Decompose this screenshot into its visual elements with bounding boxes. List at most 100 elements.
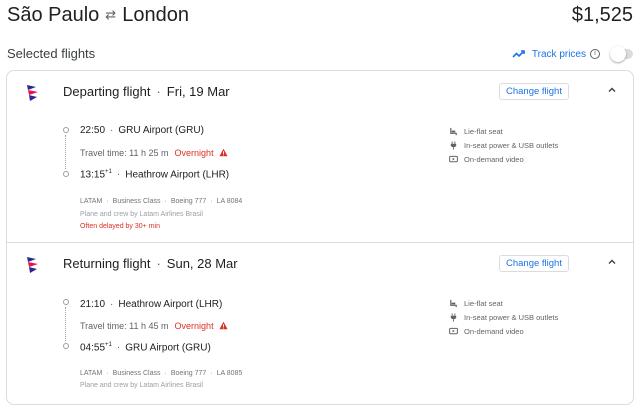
detail-separator: · [106, 198, 109, 205]
title-separator: · [156, 256, 161, 271]
departure-time: 21:10 [80, 299, 106, 310]
departure-time: 22:50 [80, 125, 106, 136]
warning-icon [219, 148, 228, 157]
power-plug-icon [450, 312, 457, 322]
cabin-class: Business Class [112, 198, 161, 205]
timeline-line [65, 307, 66, 341]
destination-city: London [122, 4, 189, 26]
amenity-label: In-seat power & USB outlets [464, 140, 559, 150]
flight-date: Sun, 28 Mar [166, 256, 238, 271]
airline-name: LATAM [80, 370, 103, 377]
arrival-airport: Heathrow Airport (LHR) [125, 169, 230, 181]
departing-flight-card: Departing flight · Fri, 19 Mar Change flig… [6, 70, 634, 243]
departure-dot [63, 127, 69, 133]
cabin-class: Business Class [112, 370, 161, 377]
video-icon [449, 155, 458, 162]
returning-flight-card: Returning flight · Sun, 28 Mar Change flig… [6, 242, 634, 405]
amenities-list: Lie-flat seat In-seat power & USB outlet… [449, 124, 619, 166]
travel-info: Travel time: 11 h 25 m Overnight [80, 148, 228, 158]
amenity-label: Lie-flat seat [464, 126, 503, 136]
flight-number: LA 8084 [216, 198, 243, 205]
day-offset: +1 [105, 342, 112, 348]
power-plug-icon [450, 140, 457, 150]
seat-icon [450, 127, 457, 135]
flight-details: LATAM · Business Class · Boeing 777 · LA 8085 [80, 370, 242, 377]
flight-timeline [63, 127, 69, 177]
amenity-item: In-seat power & USB outlets [449, 138, 619, 152]
seat-icon [450, 299, 457, 307]
trip-header: São Paulo ⇄ London $1,525 [7, 4, 633, 32]
amenity-item: In-seat power & USB outlets [449, 310, 619, 324]
aircraft-type: Boeing 777 [170, 370, 207, 377]
flight-number: LA 8085 [216, 370, 243, 377]
video-icon [449, 327, 458, 334]
swap-arrows-icon: ⇄ [105, 7, 117, 22]
airline-name: LATAM [80, 198, 103, 205]
arrival-dot [63, 171, 69, 177]
departure-airport: Heathrow Airport (LHR) [118, 299, 223, 310]
operator-note: Plane and crew by Latam Airlines Brasil [80, 211, 203, 218]
track-prices-toggle[interactable] [610, 46, 633, 62]
total-price: $1,525 [571, 4, 633, 26]
arrival-time: 04:55 [80, 342, 106, 354]
origin-city: São Paulo [7, 4, 100, 26]
chevron-up-icon[interactable] [606, 84, 618, 96]
chevron-up-icon[interactable] [606, 256, 618, 268]
departure-segment: 22:50 · GRU Airport (GRU) [80, 125, 204, 136]
selected-flights-row: Selected flights Track prices i [7, 44, 633, 64]
segment-separator: · [110, 125, 114, 136]
latam-logo [27, 257, 38, 273]
amenity-item: Lie-flat seat [449, 296, 619, 310]
flight-title: Departing flight · Fri, 19 Mar [63, 84, 230, 99]
selected-flights-title: Selected flights [7, 46, 96, 61]
segment-separator: · [110, 299, 114, 310]
arrival-segment: 04:55+1 · GRU Airport (GRU) [80, 342, 211, 353]
track-prices-label[interactable]: Track prices [532, 49, 586, 60]
operator-note: Plane and crew by Latam Airlines Brasil [80, 382, 203, 389]
amenities-list: Lie-flat seat In-seat power & USB outlet… [449, 296, 619, 338]
title-separator: · [156, 84, 161, 99]
departure-segment: 21:10 · Heathrow Airport (LHR) [80, 299, 222, 310]
segment-separator: · [116, 169, 121, 181]
amenity-item: On-demand video [449, 152, 619, 166]
trending-icon [512, 50, 525, 58]
detail-separator: · [164, 198, 167, 205]
detail-separator: · [106, 370, 109, 377]
arrival-segment: 13:15+1 · Heathrow Airport (LHR) [80, 169, 229, 180]
flight-timeline [63, 299, 69, 349]
overnight-label: Overnight [174, 148, 214, 158]
travel-time: Travel time: 11 h 45 m [80, 321, 169, 331]
change-flight-button[interactable]: Change flight [499, 83, 569, 100]
departure-dot [63, 299, 69, 305]
arrival-time: 13:15 [80, 169, 106, 181]
amenity-item: On-demand video [449, 324, 619, 338]
timeline-line [65, 135, 66, 169]
route-title: São Paulo ⇄ London [7, 4, 189, 27]
delay-warning: Often delayed by 30+ min [80, 223, 160, 230]
info-icon[interactable]: i [590, 49, 600, 59]
detail-separator: · [210, 370, 213, 377]
aircraft-type: Boeing 777 [170, 198, 207, 205]
toggle-knob [610, 46, 626, 62]
travel-info: Travel time: 11 h 45 m Overnight [80, 321, 228, 331]
day-offset: +1 [105, 169, 112, 175]
amenity-label: On-demand video [464, 326, 524, 336]
detail-separator: · [210, 198, 213, 205]
amenity-label: Lie-flat seat [464, 298, 503, 308]
latam-logo [27, 85, 38, 101]
flight-direction: Departing flight [63, 84, 151, 99]
warning-icon [219, 321, 228, 330]
track-prices: Track prices i [512, 44, 633, 64]
flight-date: Fri, 19 Mar [166, 84, 230, 99]
travel-time: Travel time: 11 h 25 m [80, 148, 169, 158]
change-flight-button[interactable]: Change flight [499, 255, 569, 272]
flight-direction: Returning flight [63, 256, 151, 271]
flight-title: Returning flight · Sun, 28 Mar [63, 256, 238, 271]
segment-separator: · [116, 342, 121, 354]
overnight-label: Overnight [174, 321, 214, 331]
departure-airport: GRU Airport (GRU) [118, 125, 204, 136]
amenity-item: Lie-flat seat [449, 124, 619, 138]
detail-separator: · [164, 370, 167, 377]
amenity-label: In-seat power & USB outlets [464, 312, 559, 322]
arrival-airport: GRU Airport (GRU) [125, 342, 211, 354]
